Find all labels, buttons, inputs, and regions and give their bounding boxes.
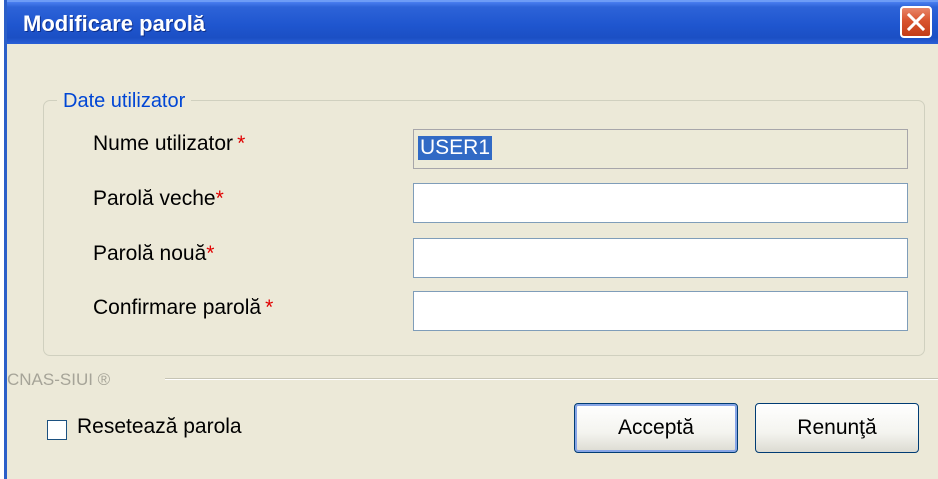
username-value: USER1	[418, 136, 493, 160]
username-field[interactable]: USER1	[413, 129, 908, 169]
required-mark: *	[215, 187, 224, 210]
username-label: Nume utilizator *	[93, 132, 245, 156]
accept-button[interactable]: Acceptă	[574, 403, 738, 453]
cancel-button[interactable]: Renunţă	[755, 403, 919, 453]
required-mark: *	[265, 296, 274, 319]
new-password-field[interactable]	[413, 238, 908, 278]
close-icon	[906, 12, 926, 32]
required-mark: *	[237, 132, 246, 155]
title-bar[interactable]: Modificare parolă	[7, 0, 938, 44]
old-password-label: Parolă veche*	[93, 187, 224, 211]
dialog-window: Modificare parolă Date utilizator Nume u…	[4, 0, 938, 479]
reset-password-checkbox[interactable]	[47, 420, 67, 440]
old-password-field[interactable]	[413, 183, 908, 223]
confirm-password-label: Confirmare parolă *	[93, 296, 273, 320]
old-password-label-text: Parolă veche	[93, 187, 216, 210]
group-legend: Date utilizator	[57, 90, 192, 113]
new-password-label-text: Parolă nouă	[93, 242, 207, 265]
confirm-password-label-text: Confirmare parolă	[93, 296, 262, 319]
footer-divider	[165, 378, 938, 380]
close-button[interactable]	[900, 6, 932, 38]
new-password-label: Parolă nouă*	[93, 242, 214, 266]
brand-label: CNAS-SIUI ®	[7, 370, 111, 389]
confirm-password-field[interactable]	[413, 291, 908, 331]
username-label-text: Nume utilizator	[93, 132, 234, 155]
reset-password-label[interactable]: Resetează parola	[77, 415, 242, 439]
window-title: Modificare parolă	[23, 11, 206, 36]
required-mark: *	[206, 242, 215, 265]
